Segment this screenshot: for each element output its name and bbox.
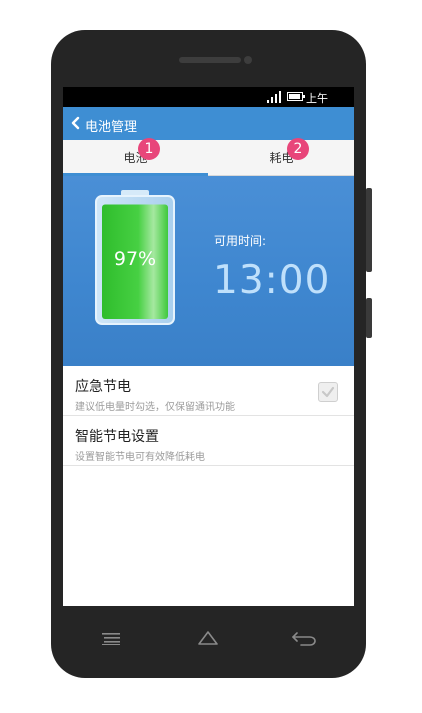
battery-panel: 97% 可用时间: 13:00 <box>63 176 354 366</box>
tab-bar: 电池 耗电 1 2 <box>63 138 354 176</box>
list-item-subtitle: 建议低电量时勾选，仅保留通讯功能 <box>75 402 235 413</box>
earpiece-speaker <box>179 57 241 63</box>
signal-icon <box>267 91 281 103</box>
screen: 上午12:30 电池管理 电池 耗电 1 2 <box>63 87 354 606</box>
front-camera <box>244 56 252 64</box>
emergency-save-row[interactable]: 应急节电 建议低电量时勾选，仅保留通讯功能 <box>63 366 354 416</box>
tab-badge-2: 2 <box>287 138 309 160</box>
emergency-save-checkbox[interactable] <box>318 382 338 402</box>
check-icon <box>321 386 335 398</box>
menu-icon[interactable] <box>102 633 120 645</box>
list-item-title: 应急节电 <box>75 379 131 395</box>
list-item-subtitle: 设置智能节电可有效降低耗电 <box>75 452 205 463</box>
tab-consumption[interactable]: 耗电 <box>209 140 354 176</box>
tab-badge-1: 1 <box>138 138 160 160</box>
list-item-title: 智能节电设置 <box>75 429 159 445</box>
status-bar: 上午12:30 <box>63 87 354 119</box>
smart-save-settings-row[interactable]: 智能节电设置 设置智能节电可有效降低耗电 <box>63 416 354 466</box>
available-time-value: 13:00 <box>213 258 331 303</box>
back-arrow-icon[interactable] <box>291 631 317 647</box>
tab-battery[interactable]: 电池 <box>63 140 208 176</box>
app-bar: 电池管理 <box>63 107 354 140</box>
page-title: 电池管理 <box>85 120 138 135</box>
battery-percent: 97% <box>113 248 157 270</box>
chevron-left-icon[interactable] <box>69 115 83 131</box>
available-time-label: 可用时间: <box>214 234 267 248</box>
volume-button[interactable] <box>366 188 372 272</box>
phone-frame: 上午12:30 电池管理 电池 耗电 1 2 <box>51 30 372 678</box>
status-battery-icon <box>287 92 305 101</box>
home-icon[interactable] <box>197 630 219 646</box>
power-button[interactable] <box>366 298 372 338</box>
